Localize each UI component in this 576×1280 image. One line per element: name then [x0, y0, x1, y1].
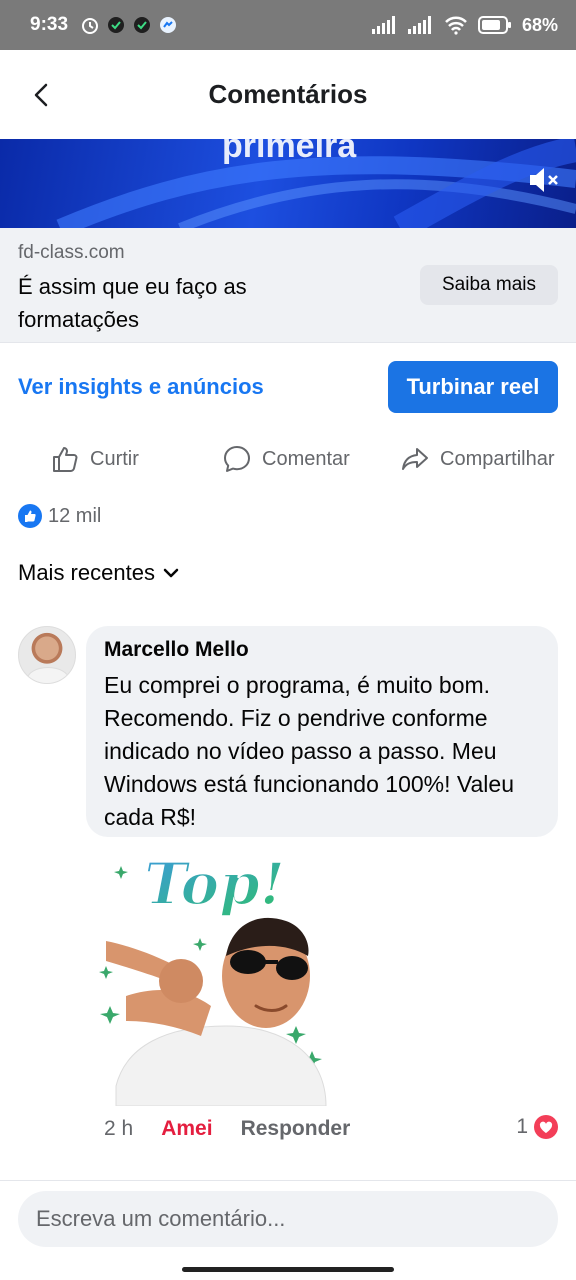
comment-composer: [0, 1180, 576, 1280]
ad-card[interactable]: fd-class.com É assim que eu faço as form…: [0, 228, 576, 343]
video-caption: primeira: [222, 139, 357, 165]
app-notification-icon: [134, 17, 151, 33]
back-button[interactable]: [26, 80, 56, 110]
home-indicator[interactable]: [182, 1267, 394, 1272]
ad-domain: fd-class.com: [18, 242, 125, 263]
chevron-left-icon: [34, 83, 48, 107]
post-actions: Curtir Comentar Compartilhar: [0, 436, 576, 482]
app-notification-icon: [108, 17, 125, 33]
page-title: Comentários: [208, 79, 368, 109]
reactions-count: 12 mil: [48, 504, 102, 527]
thumbs-up-icon: [53, 447, 78, 472]
react-button[interactable]: Amei: [161, 1117, 212, 1141]
avatar[interactable]: [18, 626, 76, 684]
share-label: Compartilhar: [440, 447, 555, 470]
reel-video[interactable]: primeira: [0, 139, 576, 228]
boost-reel-button[interactable]: Turbinar reel: [388, 361, 558, 413]
reactions-summary[interactable]: 12 mil: [18, 504, 101, 528]
sticker-image: Top!: [99, 849, 327, 1106]
battery-percent: 68%: [521, 14, 558, 35]
like-button[interactable]: Curtir: [50, 436, 139, 482]
chevron-down-icon: [163, 568, 179, 578]
ad-headline: É assim que eu faço as formatações: [18, 274, 247, 332]
status-bar: 9:33 68%: [0, 0, 576, 50]
like-label: Curtir: [90, 447, 139, 470]
signal-icon: [371, 16, 395, 34]
sort-label: Mais recentes: [18, 560, 155, 585]
alarm-icon: [82, 18, 99, 34]
view-insights-link[interactable]: Ver insights e anúncios: [18, 360, 264, 414]
top-header: Comentários: [0, 50, 576, 139]
wifi-icon: [445, 16, 467, 35]
share-icon: [402, 448, 428, 470]
reply-button[interactable]: Responder: [241, 1117, 351, 1141]
heart-icon: [534, 1115, 558, 1139]
comment-label: Comentar: [262, 447, 350, 470]
share-button[interactable]: Compartilhar: [400, 436, 554, 482]
comment-meta: 2 h Amei Responder: [104, 1112, 350, 1146]
messenger-icon: [160, 17, 177, 33]
comment-reactions[interactable]: 1: [516, 1112, 558, 1142]
signal-icon: [407, 16, 431, 34]
like-badge-icon: [18, 504, 42, 528]
comment-icon: [224, 446, 250, 472]
volume-muted-icon[interactable]: [526, 163, 560, 197]
sort-dropdown[interactable]: Mais recentes: [18, 560, 179, 586]
comment-button[interactable]: Comentar: [222, 436, 350, 482]
comment-reaction-count: 1: [516, 1115, 528, 1138]
battery-icon: [477, 16, 511, 34]
comment-time: 2 h: [104, 1117, 134, 1140]
comment-author[interactable]: Marcello Mello: [104, 637, 540, 663]
comment-bubble[interactable]: Marcello Mello Eu comprei o programa, é …: [86, 626, 558, 837]
learn-more-button[interactable]: Saiba mais: [420, 265, 558, 305]
comment-input[interactable]: [18, 1191, 558, 1247]
status-time: 9:33: [30, 14, 69, 35]
comment-text: Eu comprei o programa, é muito bom. Reco…: [104, 672, 515, 830]
sticker-text: Top!: [144, 850, 285, 918]
